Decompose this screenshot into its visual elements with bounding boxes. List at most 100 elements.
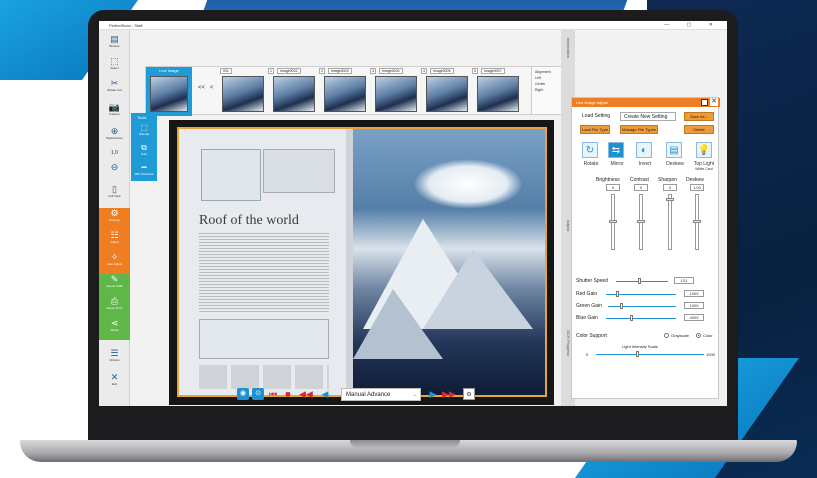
nav-capture[interactable]: 📷 Capture [99,102,130,116]
invert-icon[interactable]: ◐ [636,142,652,158]
delete-button[interactable]: Delete [684,125,714,134]
nav-zoom-out[interactable]: ⊖ [99,162,130,172]
advance-mode-select[interactable]: Manual Advance ⌄ [341,388,421,401]
thumbnail-image [375,76,417,112]
thumbnail-name: Image0007 [481,68,505,74]
slider-thumb[interactable] [620,303,623,309]
manage-file-types-button[interactable]: Manage File Types [620,125,658,134]
green-gain-value[interactable]: 1000 [684,302,704,309]
nav-full-view[interactable]: ▯ Full View [99,184,130,198]
color-radio[interactable] [696,333,701,338]
scan-canvas[interactable]: Roof of the world [169,120,554,405]
rotate-icon[interactable]: ↻ [582,142,598,158]
nav-rotate-cut[interactable]: ✂ Rotate Cut [99,78,130,92]
settings-shortcut-icon[interactable]: ⚙ [463,388,475,400]
blue-gain-value[interactable]: 4000 [684,314,704,321]
nav-share[interactable]: ⋖ Share [99,318,130,340]
camera-switch-icon[interactable]: ⊙ [252,388,264,400]
sharpen-slider[interactable] [666,194,674,250]
contrast-slider[interactable] [637,194,645,250]
grayscale-radio[interactable] [664,333,669,338]
exit-icon: ✕ [110,372,119,382]
deskew-label: Deskew [666,161,684,167]
stop-icon[interactable]: ■ [282,388,294,400]
step-back-icon[interactable]: ◀ [319,388,331,400]
thumbnail[interactable]: 3 Image0004 [370,67,421,116]
top-light-icon[interactable]: 💡 [696,142,712,158]
tool-wb-threshold[interactable]: ━ WB Threshold [131,163,157,176]
green-gain-slider[interactable] [608,306,676,307]
blue-gain-slider[interactable] [606,318,676,319]
live-image-preview [150,76,188,112]
load-file-type-button[interactable]: Load File Type [580,125,610,134]
red-gain-value[interactable]: 1000 [684,290,704,297]
red-gain-label: Red Gain [576,291,598,297]
skip-back-icon[interactable]: ⏮ [267,388,279,400]
shutter-speed-value[interactable]: 131 [674,277,694,284]
nav-exit[interactable]: ✕ Exit [99,372,130,386]
brightness-value[interactable]: 0 [606,184,620,191]
brightness-slider[interactable] [609,194,617,250]
tab-information[interactable]: Information [566,38,571,58]
tool-manual[interactable]: ⬚ Manual [131,123,157,136]
auto-adjust-icon: ✧ [110,252,119,262]
nav-auto-adjust[interactable]: ✧ Auto Adjust [99,252,130,274]
thumbnail[interactable]: 1 Image0002 [268,67,319,116]
mirror-icon[interactable]: ⇆ [608,142,624,158]
step-forward-icon[interactable]: ▶ [427,388,439,400]
slider-thumb[interactable] [693,220,701,223]
nav-select[interactable]: ⬚ Select [99,56,130,70]
window-controls[interactable]: — ▢ ✕ [664,21,721,30]
nav-adjust[interactable]: ☷ Adjust [99,230,130,252]
settings-icon: ⚙ [110,208,119,218]
nav-options[interactable]: ☰ Options [99,348,130,362]
sharpen-value[interactable]: 0 [663,184,677,191]
app-window: PerfectScan - Staff — ▢ ✕ ▤ Browse ⬚ Selec… [99,21,727,406]
nav-browse[interactable]: ▤ Browse [99,34,130,48]
thumbnail-image [477,76,519,112]
contrast-value[interactable]: 0 [634,184,648,191]
thumbnail[interactable]: 4 Image0005 [421,67,472,116]
thumbnail-name: Image0004 [379,68,403,74]
thumbnail[interactable]: 5 Image0007 [472,67,523,116]
thumbnail[interactable]: 2 Image0003 [319,67,370,116]
close-icon[interactable]: ✕ [710,98,718,106]
tool-auto[interactable]: ⧉ Auto [131,143,157,156]
slider-thumb[interactable] [666,198,674,201]
nav-export-print[interactable]: ⎙ Export Print [99,296,130,318]
prev-page-button[interactable]: < [210,85,214,91]
camera-icon[interactable]: ◉ [237,388,249,400]
live-image-thumb[interactable]: Live Image [146,67,192,116]
page-split-line[interactable] [346,129,353,395]
mirror-label: Mirror [610,161,624,167]
first-page-button[interactable]: << [198,85,205,91]
deskew-icon[interactable]: ▤ [666,142,682,158]
live-image-adjust-panel: Live Image Adjust ✕ Load Setting Create … [571,97,720,399]
top-light-sublabel: White Card [695,167,713,171]
pin-icon[interactable] [701,99,708,106]
nav-export-usb[interactable]: ✎ Export USB [99,274,130,296]
shutter-speed-slider[interactable] [616,281,668,282]
slider-thumb[interactable] [616,291,619,297]
rewind-icon[interactable]: ◀◀ [299,388,313,400]
slider-thumb[interactable] [636,351,639,357]
thumbnail[interactable]: 001 [218,67,268,116]
threshold-slider-icon: ━ [141,163,147,172]
setting-select[interactable]: Create New Setting [620,112,676,121]
slider-thumb[interactable] [630,315,633,321]
nav-settings[interactable]: ⚙ Settings [99,208,130,230]
deskew-value[interactable]: 1.00 [690,184,704,191]
slider-thumb[interactable] [637,220,645,223]
book-title: Roof of the world [199,213,299,228]
slider-thumb[interactable] [638,278,641,284]
light-intensity-slider[interactable] [596,354,704,355]
align-right-option[interactable]: Right [535,87,559,93]
save-as-button[interactable]: Save As... [684,112,714,121]
nav-digital-zoom[interactable]: ⊕ Digital Zoom [99,126,130,140]
thumbnail-number: 4 [421,68,427,74]
book-right-page [353,129,545,395]
fast-forward-icon[interactable]: ▶▶ [442,388,456,400]
slider-thumb[interactable] [609,220,617,223]
live-image-label: Live Image [159,68,179,73]
deskew-slider[interactable] [693,194,701,250]
